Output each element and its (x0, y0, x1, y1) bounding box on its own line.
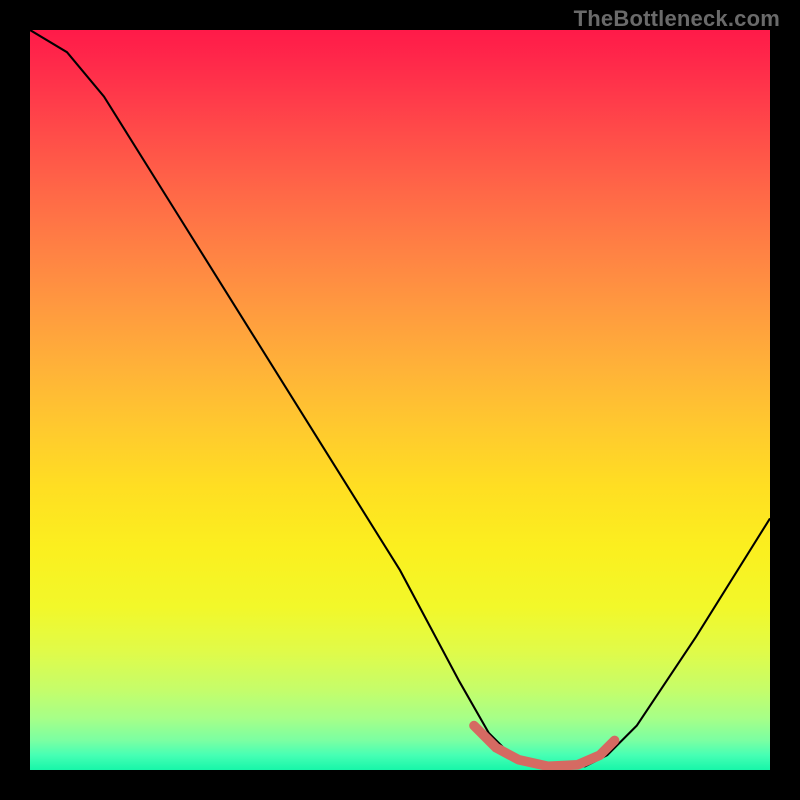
bottleneck-curve (30, 30, 770, 766)
plot-area (30, 30, 770, 770)
chart-svg (30, 30, 770, 770)
recommended-range-curve (474, 726, 615, 767)
watermark-text: TheBottleneck.com (574, 6, 780, 32)
